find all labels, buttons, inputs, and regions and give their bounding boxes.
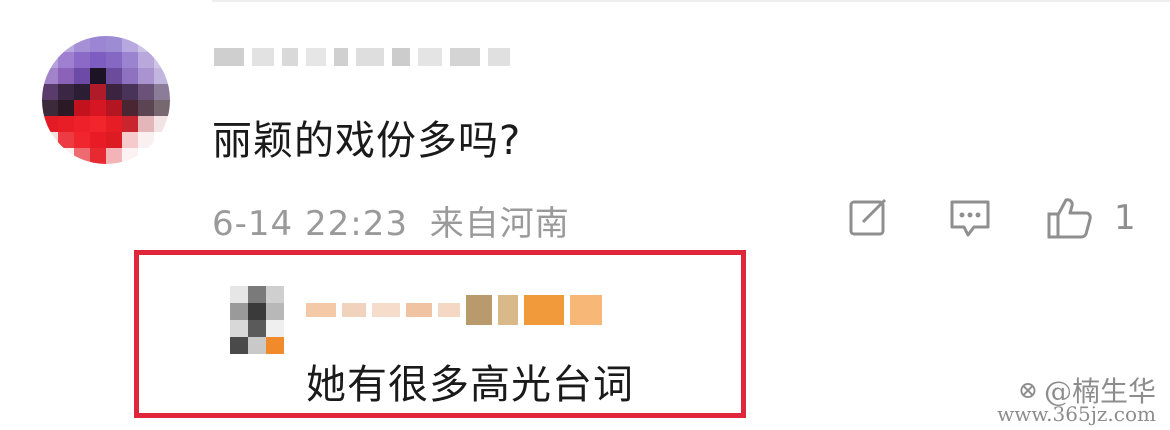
comment-body: 丽颖的戏份多吗? (212, 118, 522, 164)
share-edit-icon (849, 198, 887, 236)
comment-thread: 丽颖的戏份多吗? 6-14 22:23 来自河南 1 她有很多高光台词 ⊗ @楠… (0, 0, 1170, 430)
like-button[interactable]: 1 (1046, 196, 1136, 240)
watermark-logo-icon: ⊗ (1017, 376, 1038, 404)
share-button[interactable] (848, 196, 890, 240)
comment-location: 来自河南 (429, 204, 570, 244)
divider (212, 0, 1170, 2)
replier-avatar[interactable] (230, 286, 284, 354)
reply-body: 她有很多高光台词 (306, 362, 634, 408)
thumbs-up-icon (1047, 198, 1092, 239)
watermark-url: www.365jz.com (997, 402, 1156, 426)
comment-meta: 6-14 22:23 来自河南 (212, 196, 570, 245)
commenter-avatar[interactable] (42, 36, 170, 164)
replier-username-blurred[interactable] (306, 292, 652, 328)
comment-date: 6-14 22:23 (212, 204, 408, 244)
reply-button[interactable] (948, 196, 992, 240)
commenter-username-blurred[interactable] (214, 36, 544, 78)
like-count: 1 (1114, 198, 1136, 238)
comment-bubble-icon (950, 200, 990, 237)
